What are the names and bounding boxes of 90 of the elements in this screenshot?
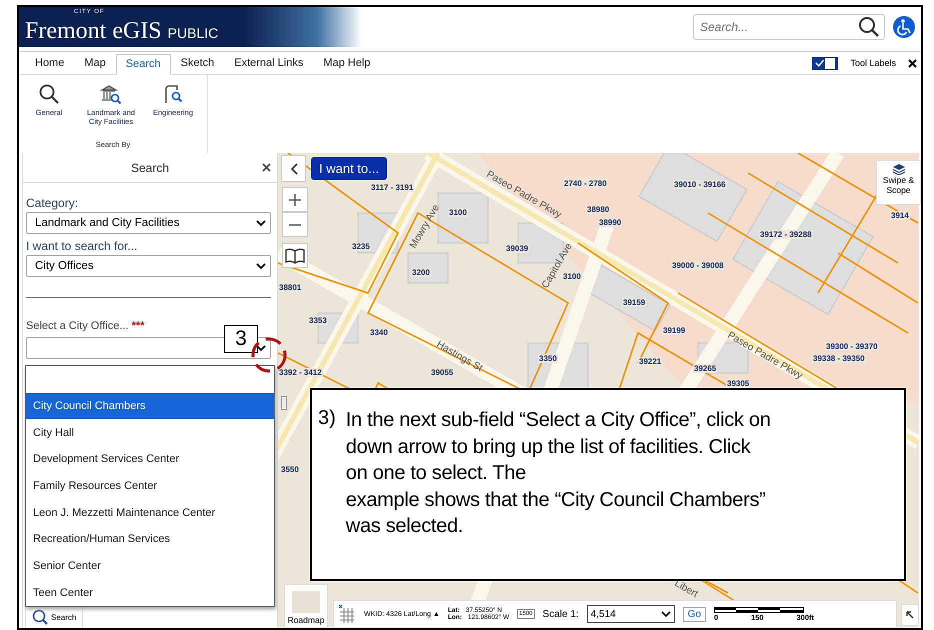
logo-suffix: PUBLIC [168,24,218,40]
tab[interactable]: Map Help [313,53,380,74]
parcel-label: 39000 - 39008 [671,261,725,270]
zoom-in-button[interactable] [282,187,308,212]
step-label: 3) [318,407,336,431]
parcel-label: 39172 - 39288 [759,230,813,239]
scroll-handle[interactable] [281,396,287,410]
parcel-label: 3340 [369,328,389,337]
building-search-icon [100,83,122,105]
dropdown-option[interactable]: Family Resources Center [26,472,274,500]
collapse-button[interactable] [281,155,306,182]
parcel-label: 3200 [411,268,431,277]
tab[interactable]: Map [74,53,116,74]
panel-title: Search [130,160,170,174]
parcel-label: 39338 - 39350 [812,354,866,363]
scale-label: Scale 1: [542,608,579,620]
dropdown-field[interactable]: City Offices [26,255,271,277]
parcel-label: 3100 [562,272,582,281]
search-icon[interactable] [858,16,880,38]
search-icon [32,609,48,625]
parcel-label: 38990 [598,218,622,227]
grid-icon [338,604,356,624]
parcel-label: 3350 [538,354,558,363]
parcel-label: 2740 - 2780 [563,179,608,188]
search-icon [38,83,60,105]
chevron-down-icon [256,344,266,352]
toggle-label: Tool Labels [850,58,896,68]
parcel-label: 3100 [448,208,468,217]
dropdown-option[interactable]: Leon J. Mezzetti Maintenance Center [26,499,274,526]
book-icon [285,248,305,264]
go-button[interactable]: Go [682,606,706,622]
tab[interactable]: External Links [224,53,314,74]
chevron-down-icon [256,220,266,226]
chevron-down-icon [256,262,266,270]
plus-icon [288,192,302,206]
parcel-label: 39159 [622,298,646,307]
close-icon[interactable] [908,58,917,68]
search-field[interactable]: Search... [693,14,885,40]
check-icon [815,58,825,68]
parcel-label: 39305 [726,379,750,388]
dropdown-option[interactable]: Senior Center [26,552,274,580]
parcel-label: 38980 [586,205,610,214]
swipe-scope-button[interactable]: Swipe & Scope [876,160,921,205]
expand-button[interactable] [901,604,919,626]
dropdown-option[interactable]: Recreation/Human Services [26,526,274,553]
field-label: Category: [26,196,80,210]
toggle-knob[interactable] [824,58,836,68]
chevron-down-icon [660,610,671,618]
tab[interactable]: Home [25,53,74,74]
parcel-label: 39221 [638,357,662,366]
field-label: Select a City Office... *** [26,320,146,332]
street-label: Libert [672,578,700,600]
parcel-label: 3235 [351,242,371,251]
toggle-switch[interactable] [812,56,838,70]
search-button[interactable]: Search [25,605,84,628]
map-thumbnail [292,591,320,613]
step-number: 3 [224,325,258,353]
legend-button[interactable] [282,243,308,268]
parcel-label: 3353 [308,316,328,325]
document-search-icon [162,83,184,105]
parcel-label: 39300 - 39370 [825,342,879,351]
i-want-to-button[interactable]: I want to... [311,157,387,180]
parcel-label: 3117 - 3191 [370,183,414,192]
parcel-label: 3392 - 3412 [278,368,323,377]
minus-icon [289,224,301,226]
parcel-label: 39010 - 39166 [673,180,727,189]
dropdown-option[interactable]: City Council Chambers [26,392,274,420]
parcel-label: 39199 [662,326,686,335]
field-label: I want to search for... [26,239,138,253]
parcel-label: 38801 [278,283,302,292]
parcel-label: 3914 [890,211,910,220]
dropdown-option[interactable]: Development Services Center [26,446,274,473]
tab[interactable]: Sketch [170,53,224,74]
scale-dropdown[interactable]: 4,514 [586,605,675,623]
layers-icon [892,163,906,175]
dropdown-option[interactable]: Teen Center [26,580,274,606]
logo-text: Fremont eGIS [25,18,162,44]
chevron-left-icon [290,162,298,174]
arrow-icon [906,611,914,619]
parcel-label: 39039 [505,244,530,253]
parcel-label: 39055 [430,368,454,377]
dropdown-option[interactable]: City Hall [26,419,274,446]
accessibility-icon[interactable] [893,16,915,38]
dropdown-field[interactable]: Landmark and City Facilities [26,212,271,234]
close-icon[interactable] [262,163,271,172]
annotation-text: In the next sub-field “Select a City Office”, click on down arrow to bring up the list of facilities. Click on one to select. The example shows that the “City Council Chambers” was selected. [346,408,771,540]
tab[interactable]: Search [116,54,171,75]
parcel-label: 39265 [693,364,718,373]
parcel-label: 3550 [280,465,300,474]
basemap-button[interactable]: Roadmap [284,584,328,628]
